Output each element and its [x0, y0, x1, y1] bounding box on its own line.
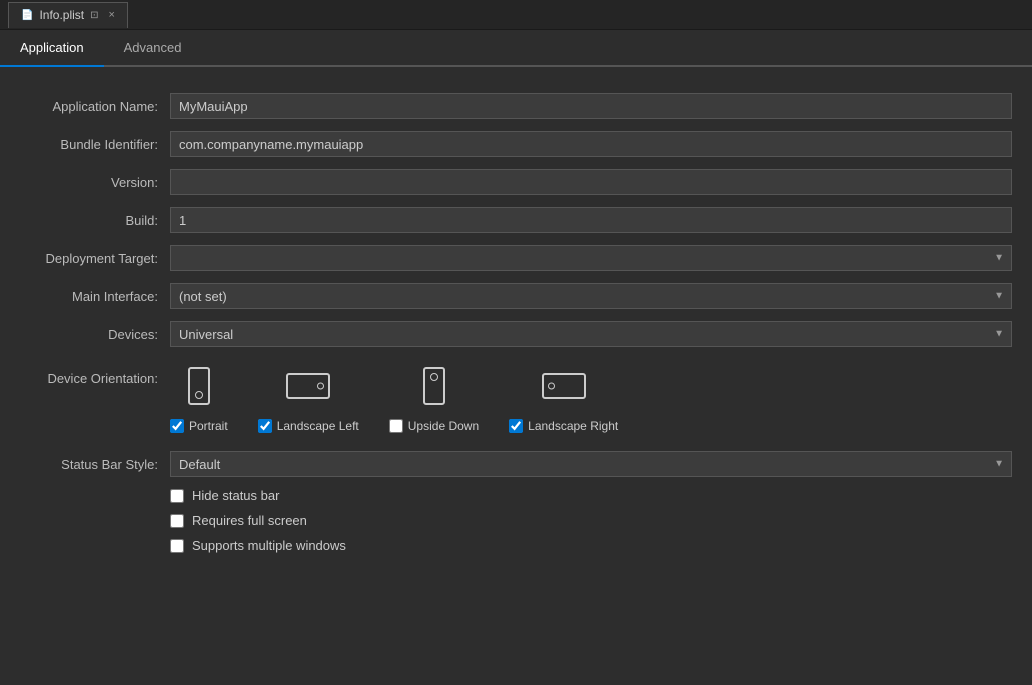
- landscape-right-label: Landscape Right: [528, 419, 618, 433]
- upside-down-label: Upside Down: [408, 419, 479, 433]
- version-row: Version:: [0, 163, 1032, 201]
- landscape-left-check-row: Landscape Left: [258, 419, 359, 433]
- orientation-portrait: Portrait: [170, 361, 228, 433]
- tab-application[interactable]: Application: [0, 30, 104, 67]
- portrait-checkbox[interactable]: [170, 419, 184, 433]
- main-interface-select[interactable]: (not set): [170, 283, 1012, 309]
- requires-full-screen-checkbox[interactable]: [170, 514, 184, 528]
- bundle-identifier-row: Bundle Identifier:: [0, 125, 1032, 163]
- orientation-landscape-left: Landscape Left: [258, 361, 359, 433]
- landscape-right-device-icon: [542, 373, 586, 399]
- version-label: Version:: [20, 175, 170, 190]
- file-icon: 📄: [21, 10, 33, 21]
- main-interface-wrapper: (not set) ▼: [170, 283, 1012, 309]
- application-name-label: Application Name:: [20, 99, 170, 114]
- supports-multiple-windows-label: Supports multiple windows: [192, 538, 346, 553]
- landscape-left-icon-container: [283, 361, 333, 411]
- devices-row: Devices: Universal ▼: [0, 315, 1032, 353]
- devices-label: Devices:: [20, 327, 170, 342]
- upside-down-icon-container: [409, 361, 459, 411]
- requires-full-screen-row: Requires full screen: [0, 508, 1032, 533]
- build-input[interactable]: [170, 207, 1012, 233]
- upside-down-device-icon: [423, 367, 445, 405]
- portrait-label: Portrait: [189, 419, 228, 433]
- orientation-landscape-right: Landscape Right: [509, 361, 618, 433]
- devices-wrapper: Universal ▼: [170, 321, 1012, 347]
- status-bar-style-label: Status Bar Style:: [20, 457, 170, 472]
- status-bar-style-select[interactable]: Default: [170, 451, 1012, 477]
- upside-down-checkbox[interactable]: [389, 419, 403, 433]
- orientation-options: Portrait Landscape Left: [170, 361, 618, 433]
- orientation-upside-down: Upside Down: [389, 361, 479, 433]
- upside-down-check-row: Upside Down: [389, 419, 479, 433]
- version-input[interactable]: [170, 169, 1012, 195]
- device-orientation-row: Device Orientation: Portrait La: [0, 353, 1032, 441]
- hide-status-bar-checkbox[interactable]: [170, 489, 184, 503]
- build-row: Build:: [0, 201, 1032, 239]
- devices-select[interactable]: Universal: [170, 321, 1012, 347]
- portrait-device-icon: [188, 367, 210, 405]
- file-tab-label: Info.plist: [39, 8, 84, 22]
- pin-icon[interactable]: ⊡: [90, 10, 98, 21]
- requires-full-screen-label: Requires full screen: [192, 513, 307, 528]
- build-label: Build:: [20, 213, 170, 228]
- landscape-right-check-row: Landscape Right: [509, 419, 618, 433]
- deployment-target-label: Deployment Target:: [20, 251, 170, 266]
- hide-status-bar-label: Hide status bar: [192, 488, 279, 503]
- content-area: Application Name: Bundle Identifier: Ver…: [0, 67, 1032, 578]
- main-tabs: Application Advanced: [0, 30, 1032, 67]
- title-bar: 📄 Info.plist ⊡ ×: [0, 0, 1032, 30]
- application-name-input[interactable]: [170, 93, 1012, 119]
- deployment-target-select[interactable]: [170, 245, 1012, 271]
- status-bar-style-row: Status Bar Style: Default ▼: [0, 445, 1032, 483]
- close-icon[interactable]: ×: [109, 9, 115, 21]
- file-tab[interactable]: 📄 Info.plist ⊡ ×: [8, 2, 128, 28]
- hide-status-bar-row: Hide status bar: [0, 483, 1032, 508]
- portrait-check-row: Portrait: [170, 419, 228, 433]
- landscape-right-icon-container: [539, 361, 589, 411]
- bundle-identifier-label: Bundle Identifier:: [20, 137, 170, 152]
- landscape-right-checkbox[interactable]: [509, 419, 523, 433]
- tab-advanced[interactable]: Advanced: [104, 30, 202, 67]
- main-interface-label: Main Interface:: [20, 289, 170, 304]
- deployment-target-wrapper: ▼: [170, 245, 1012, 271]
- application-name-row: Application Name:: [0, 87, 1032, 125]
- main-interface-row: Main Interface: (not set) ▼: [0, 277, 1032, 315]
- supports-multiple-windows-row: Supports multiple windows: [0, 533, 1032, 558]
- bundle-identifier-input[interactable]: [170, 131, 1012, 157]
- supports-multiple-windows-checkbox[interactable]: [170, 539, 184, 553]
- device-orientation-label: Device Orientation:: [20, 361, 170, 386]
- landscape-left-device-icon: [286, 373, 330, 399]
- landscape-left-label: Landscape Left: [277, 419, 359, 433]
- deployment-target-row: Deployment Target: ▼: [0, 239, 1032, 277]
- status-bar-style-wrapper: Default ▼: [170, 451, 1012, 477]
- landscape-left-checkbox[interactable]: [258, 419, 272, 433]
- portrait-icon-container: [174, 361, 224, 411]
